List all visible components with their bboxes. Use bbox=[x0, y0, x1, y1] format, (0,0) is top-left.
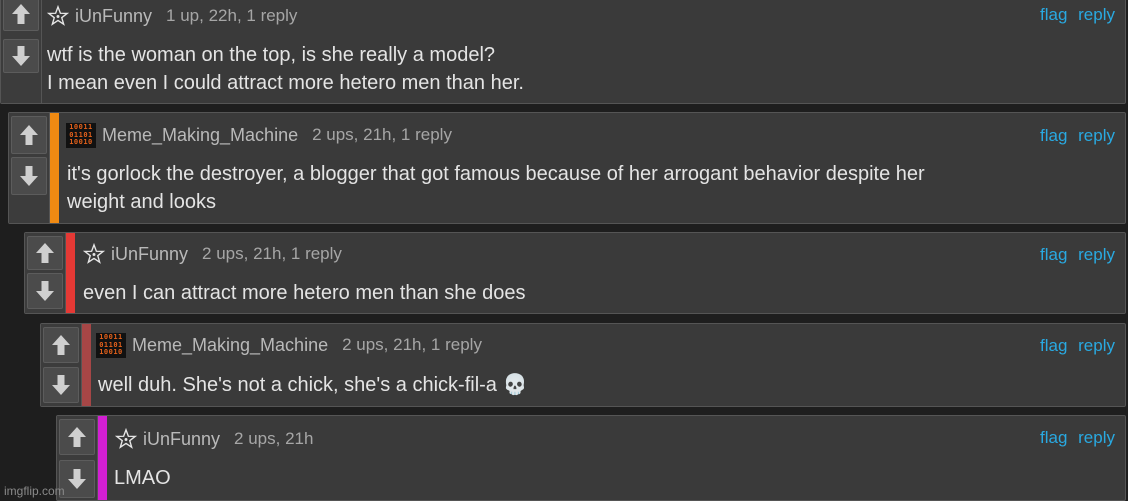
comment-actions: flag reply bbox=[1034, 428, 1115, 448]
down-arrow-icon bbox=[12, 46, 30, 66]
star-icon bbox=[83, 243, 105, 265]
comment: 10011 01101 10010 Meme_Making_Machine 2 … bbox=[8, 112, 1126, 224]
flag-link[interactable]: flag bbox=[1040, 245, 1067, 264]
upvote-button[interactable] bbox=[27, 236, 63, 270]
comment: iUnFunny 2 ups, 21h flag reply LMAO bbox=[56, 415, 1126, 501]
username-link[interactable]: Meme_Making_Machine bbox=[132, 335, 328, 356]
comment-meta: 2 ups, 21h bbox=[234, 429, 314, 448]
reply-link[interactable]: reply bbox=[1078, 245, 1115, 264]
comment-meta: 2 ups, 21h, 1 reply bbox=[202, 244, 342, 263]
downvote-button[interactable] bbox=[27, 273, 63, 309]
up-arrow-icon bbox=[20, 125, 38, 145]
star-icon bbox=[47, 5, 69, 27]
upvote-button[interactable] bbox=[59, 419, 95, 455]
flag-link[interactable]: flag bbox=[1040, 5, 1067, 24]
comment-text-line: it's gorlock the destroyer, a blogger th… bbox=[67, 163, 925, 185]
vote-column bbox=[1, 0, 42, 103]
reply-link[interactable]: reply bbox=[1078, 126, 1115, 145]
flag-link[interactable]: flag bbox=[1040, 126, 1067, 145]
down-arrow-icon bbox=[52, 375, 70, 395]
username-link[interactable]: iUnFunny bbox=[75, 6, 152, 27]
downvote-button[interactable] bbox=[43, 367, 79, 403]
comment-text-line: well duh. She's not a chick, she's a chi… bbox=[98, 374, 528, 396]
vote-column bbox=[41, 324, 82, 406]
reply-link[interactable]: reply bbox=[1078, 336, 1115, 355]
up-arrow-icon bbox=[12, 4, 30, 24]
down-arrow-icon bbox=[20, 166, 38, 186]
comment: iUnFunny 1 up, 22h, 1 reply flag reply w… bbox=[0, 0, 1126, 104]
flag-link[interactable]: flag bbox=[1040, 428, 1067, 447]
comment-header: 10011 01101 10010 Meme_Making_Machine 2 … bbox=[66, 119, 452, 151]
comment-actions: flag reply bbox=[1034, 5, 1115, 25]
imgflip-watermark: imgflip.com bbox=[4, 484, 65, 498]
binary-avatar-icon: 10011 01101 10010 bbox=[96, 332, 126, 358]
comment-text-line: weight and looks bbox=[67, 191, 216, 213]
downvote-button[interactable] bbox=[11, 157, 47, 195]
up-arrow-icon bbox=[36, 243, 54, 263]
vote-column bbox=[9, 113, 50, 223]
upvote-button[interactable] bbox=[11, 116, 47, 154]
star-icon bbox=[115, 428, 137, 450]
comment-actions: flag reply bbox=[1034, 336, 1115, 356]
reply-link[interactable]: reply bbox=[1078, 428, 1115, 447]
username-link[interactable]: iUnFunny bbox=[143, 429, 220, 450]
comment-header: iUnFunny 2 ups, 21h bbox=[115, 424, 313, 454]
comment: iUnFunny 2 ups, 21h, 1 reply flag reply … bbox=[24, 232, 1126, 314]
up-arrow-icon bbox=[68, 427, 86, 447]
comment-header: iUnFunny 2 ups, 21h, 1 reply bbox=[83, 239, 342, 269]
comment-header: iUnFunny 1 up, 22h, 1 reply bbox=[47, 1, 297, 31]
thread-accent-bar bbox=[50, 113, 59, 223]
username-link[interactable]: Meme_Making_Machine bbox=[102, 125, 298, 146]
comment-text-line: I mean even I could attract more hetero … bbox=[47, 72, 524, 94]
comment-text: well duh. She's not a chick, she's a chi… bbox=[98, 371, 527, 399]
username-link[interactable]: iUnFunny bbox=[111, 244, 188, 265]
thread-accent-bar bbox=[98, 416, 107, 500]
binary-avatar-icon: 10011 01101 10010 bbox=[66, 122, 96, 148]
comment-text: LMAO bbox=[114, 464, 171, 492]
comment: 10011 01101 10010 Meme_Making_Machine 2 … bbox=[40, 323, 1126, 407]
flag-link[interactable]: flag bbox=[1040, 336, 1067, 355]
down-arrow-icon bbox=[68, 469, 86, 489]
comment-actions: flag reply bbox=[1034, 126, 1115, 146]
vote-column bbox=[25, 233, 66, 313]
comment-meta: 2 ups, 21h, 1 reply bbox=[342, 335, 482, 354]
upvote-button[interactable] bbox=[3, 0, 39, 31]
reply-link[interactable]: reply bbox=[1078, 5, 1115, 24]
comment-actions: flag reply bbox=[1034, 245, 1115, 265]
thread-accent-bar bbox=[66, 233, 75, 313]
comment-text-line: even I can attract more hetero men than … bbox=[83, 282, 526, 304]
comment-text: wtf is the woman on the top, is she real… bbox=[47, 41, 524, 97]
down-arrow-icon bbox=[36, 281, 54, 301]
comment-text-line: LMAO bbox=[114, 467, 171, 489]
comment-meta: 2 ups, 21h, 1 reply bbox=[312, 125, 452, 144]
upvote-button[interactable] bbox=[43, 327, 79, 363]
comment-text: even I can attract more hetero men than … bbox=[83, 279, 525, 307]
comment-header: 10011 01101 10010 Meme_Making_Machine 2 … bbox=[96, 329, 482, 361]
downvote-button[interactable] bbox=[3, 39, 39, 73]
comment-text-line: wtf is the woman on the top, is she real… bbox=[47, 44, 496, 66]
thread-accent-bar bbox=[82, 324, 91, 406]
comment-text: it's gorlock the destroyer, a blogger th… bbox=[67, 160, 925, 216]
comment-meta: 1 up, 22h, 1 reply bbox=[166, 6, 298, 25]
up-arrow-icon bbox=[52, 335, 70, 355]
